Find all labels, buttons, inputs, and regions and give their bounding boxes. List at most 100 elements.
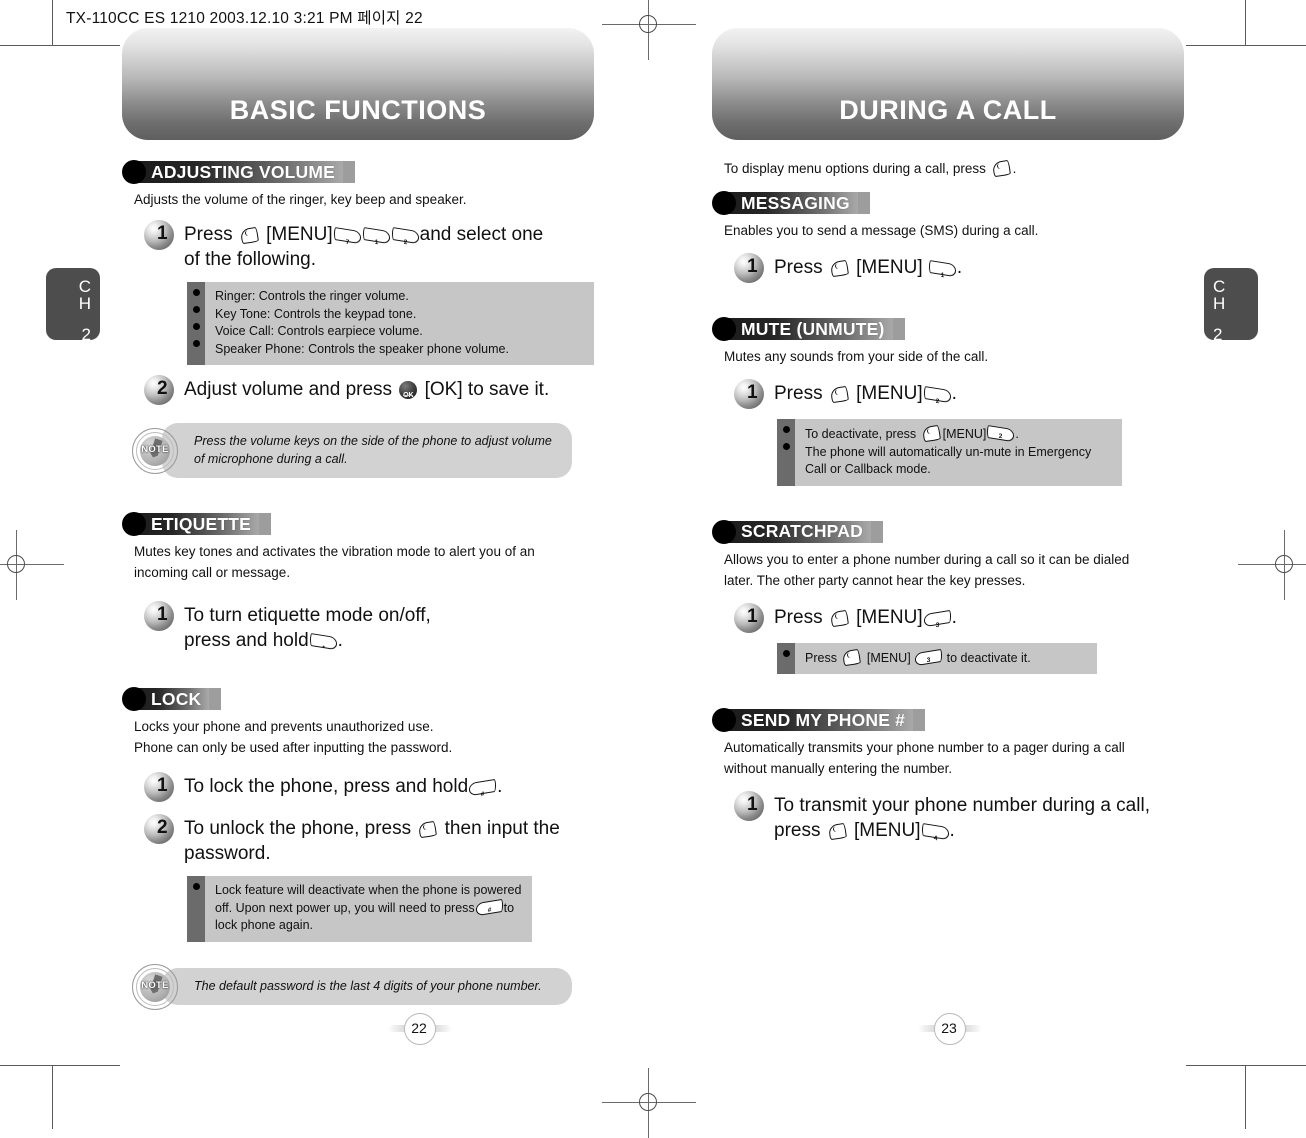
section-lead-text: Mutes any sounds from your side of the c… xyxy=(724,349,989,364)
section-badge-send-my-phone-number: SEND MY PHONE # xyxy=(712,708,1184,732)
note-icon: NOTE xyxy=(132,427,178,474)
badge-dot-icon xyxy=(122,512,146,536)
bullet-text-part: Lock feature will deactivate when the ph… xyxy=(215,883,522,897)
step-text-part: press xyxy=(774,820,821,841)
step-number: 1 xyxy=(747,794,758,815)
section-lead-line1: Locks your phone and prevents unauthoriz… xyxy=(134,719,434,734)
badge-dot-icon xyxy=(712,191,736,215)
step-sphere-icon: 1 xyxy=(734,379,768,409)
badge-dot-icon xyxy=(122,687,146,711)
chapter-tab-line1: C xyxy=(1213,277,1226,296)
page-number-right: 23 xyxy=(918,1013,982,1045)
keypad-key-7-icon: 7 xyxy=(333,226,361,246)
step-number: 1 xyxy=(157,775,168,796)
step-item: 1 Press [MENU] 1. xyxy=(734,253,1184,283)
badge-dot-icon xyxy=(712,519,736,544)
section-messaging: MESSAGING Enables you to send a message … xyxy=(712,191,1184,283)
bullet-item: Voice Call: Controls earpiece volume. xyxy=(215,324,423,338)
keypad-key-2-icon: 2 xyxy=(923,385,951,405)
bullet-text-part: The phone will automatically un-mute in … xyxy=(805,444,1092,459)
step-item: 2 To unlock the phone, press then input … xyxy=(144,814,594,866)
badge-dot-icon xyxy=(712,708,736,732)
step-number: 1 xyxy=(747,605,758,627)
section-lock: LOCK Locks your phone and prevents unaut… xyxy=(122,687,594,1010)
step-sphere-icon: 1 xyxy=(734,791,768,821)
step-text: Press [MENU] 1. xyxy=(774,255,962,280)
bullet-body: Lock feature will deactivate when the ph… xyxy=(205,876,532,942)
step-number: 2 xyxy=(157,378,168,399)
bullet-text-part: . xyxy=(1015,427,1019,441)
menu-softkey-icon xyxy=(842,648,862,666)
right-page-intro: To display menu options during a call, p… xyxy=(724,159,1184,178)
step-text-part: . xyxy=(337,630,343,651)
step-item: 1 To lock the phone, press and hold #. xyxy=(144,772,594,802)
keypad-key-3-icon: 3 xyxy=(923,609,951,629)
keypad-key-hash-icon: # xyxy=(475,898,503,916)
step-text-part: [OK] to save it. xyxy=(424,379,550,400)
step-text-part: . xyxy=(956,257,963,278)
section-badge-scratchpad: SCRATCHPAD xyxy=(712,519,1184,544)
step-text: Adjust volume and press OK [OK] to save … xyxy=(184,377,549,402)
bullet-item: The phone will automatically un-mute in … xyxy=(805,444,1112,479)
section-mute-unmute: MUTE (UNMUTE) Mutes any sounds from your… xyxy=(712,317,1184,486)
step-number: 1 xyxy=(157,604,168,625)
left-page-content: ADJUSTING VOLUME Adjusts the volume of t… xyxy=(122,160,594,1010)
step-text-line2: press [MENU] 4. xyxy=(774,818,1150,843)
ok-key-icon: OK xyxy=(399,381,418,399)
bullet-text-part: to deactivate it. xyxy=(946,650,1031,665)
bullet-text-part: Call or Callback mode. xyxy=(805,462,931,476)
badge-label: LOCK xyxy=(151,688,202,709)
right-banner-title: DURING A CALL xyxy=(839,95,1057,125)
step-number: 1 xyxy=(747,256,758,277)
step-sphere-icon: 1 xyxy=(144,772,178,802)
registration-mark-left xyxy=(0,530,64,600)
right-page-content: To display menu options during a call, p… xyxy=(712,159,1184,843)
section-badge-lock: LOCK xyxy=(122,687,594,711)
note-body: The default password is the last 4 digit… xyxy=(162,967,572,1006)
step-sphere-icon: 2 xyxy=(144,375,178,405)
bullet-item: To deactivate, press [MENU] 2. xyxy=(805,424,1112,444)
section-etiquette: ETIQUETTE Mutes key tones and activates … xyxy=(122,512,594,653)
badge-tail xyxy=(209,688,222,710)
badge-tail xyxy=(259,513,271,535)
menu-softkey-icon xyxy=(827,822,847,841)
intro-text-part: To display menu options during a call, p… xyxy=(724,161,986,176)
bullet-item: Press [MENU] 3 to deactivate it. xyxy=(805,648,1087,668)
left-chapter-banner: BASIC FUNCTIONS xyxy=(122,28,594,140)
step-text-line1: To turn etiquette mode on/off, xyxy=(184,605,431,626)
bullet-text-part: [MENU] xyxy=(942,427,987,441)
step-text-part: Adjust volume and press xyxy=(184,379,393,400)
section-badge-mute-unmute: MUTE (UNMUTE) xyxy=(712,317,1184,341)
badge-tail xyxy=(870,520,883,543)
step-text: To unlock the phone, press then input th… xyxy=(184,816,560,866)
step-text-part: [MENU] xyxy=(856,383,923,404)
note-box-volume: NOTE Press the volume keys on the side o… xyxy=(132,423,572,478)
step-text-part: [MENU] xyxy=(856,606,923,628)
step-item: 1 To turn etiquette mode on/off, press a… xyxy=(144,601,594,653)
badge-tail xyxy=(913,709,926,731)
section-lead-line1: Allows you to enter a phone number durin… xyxy=(724,551,1130,567)
bullet-text-part: to xyxy=(503,900,515,915)
left-banner-title: BASIC FUNCTIONS xyxy=(229,95,487,125)
menu-softkey-icon xyxy=(921,424,941,443)
step-item: 1 Press [MENU] 2. xyxy=(734,379,1184,409)
bullet-item: Ringer: Controls the ringer volume. xyxy=(215,289,409,303)
section-lead-line2: later. The other party cannot hear the k… xyxy=(724,572,1026,588)
badge-label: SCRATCHPAD xyxy=(741,521,863,541)
step-text: To turn etiquette mode on/off, press and… xyxy=(184,603,431,653)
badge-label: ETIQUETTE xyxy=(151,513,251,534)
chapter-tab-left: C H 2 xyxy=(46,268,100,343)
bullet-body: To deactivate, press [MENU] 2. The phone … xyxy=(795,419,1122,486)
note-body: Press the volume keys on the side of the… xyxy=(162,423,572,478)
step-text-part: and select one xyxy=(419,224,544,245)
bullet-text-part: lock phone again. xyxy=(215,918,313,932)
step-text-part: [MENU] xyxy=(854,820,921,841)
section-lead-text: Adjusts the volume of the ringer, key be… xyxy=(134,192,467,207)
step-item: 1 Press [MENU] 7 1 2 and select one of the f… xyxy=(144,220,594,272)
crop-mark-bottom-left-v xyxy=(52,1065,53,1129)
bullet-text-part: [MENU] xyxy=(866,650,911,665)
step-number: 2 xyxy=(157,817,168,838)
step-sphere-icon: 1 xyxy=(144,601,178,631)
section-lead-line1: Mutes key tones and activates the vibrat… xyxy=(134,544,535,559)
bullet-item: Lock feature will deactivate when the ph… xyxy=(215,882,522,935)
